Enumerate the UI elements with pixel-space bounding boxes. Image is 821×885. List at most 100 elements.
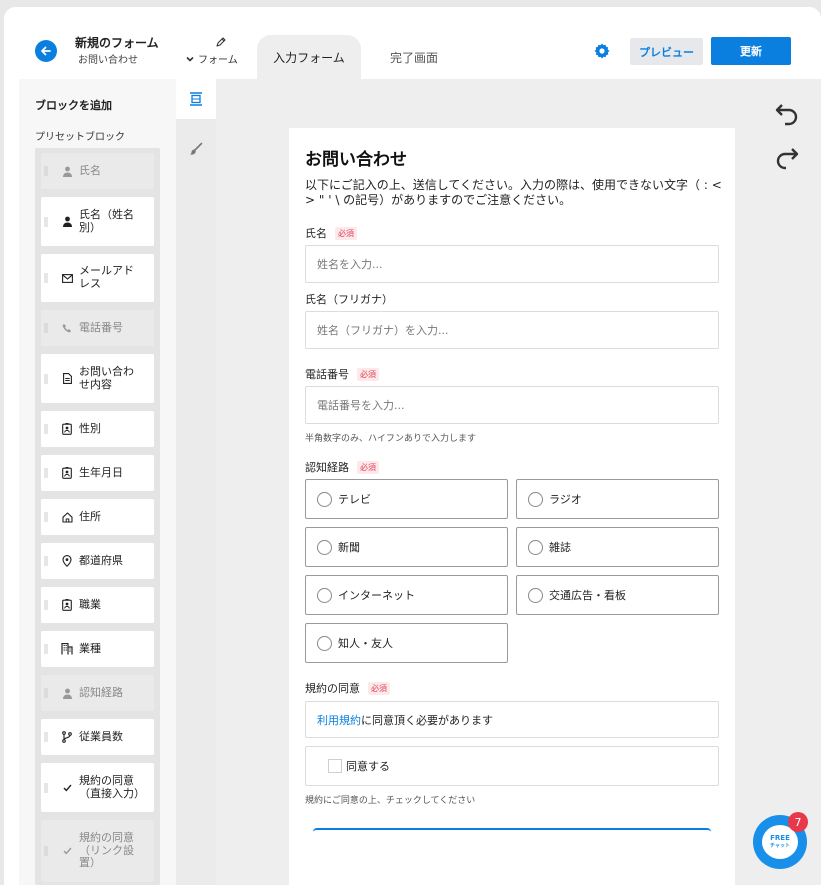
edit-pencil-icon[interactable] [215, 36, 227, 48]
block-inquiry[interactable]: お問い合わせ内容 [41, 354, 154, 403]
radio-label: 雑誌 [549, 541, 571, 554]
badge-icon [61, 599, 73, 611]
form-description: 以下にご記入の上、送信してください。入力の際は、使用できない文字（ : < > … [305, 178, 722, 207]
block-prefecture[interactable]: 都道府県 [41, 543, 154, 579]
block-occupation[interactable]: 職業 [41, 587, 154, 623]
radio-option-transit-ad[interactable]: 交通広告・看板 [516, 575, 719, 615]
radio-option-radio[interactable]: ラジオ [516, 479, 719, 519]
drag-handle-icon[interactable] [44, 512, 48, 522]
block-birthday[interactable]: 生年月日 [41, 455, 154, 491]
drag-handle-icon [44, 323, 48, 333]
label-text: 認知経路 [305, 461, 349, 474]
radio-label: インターネット [338, 589, 415, 602]
update-button[interactable]: 更新 [711, 37, 791, 65]
preview-button[interactable]: プレビュー [630, 38, 703, 65]
block-label: 業種 [79, 641, 101, 655]
radio-option-internet[interactable]: インターネット [305, 575, 508, 615]
radio-label: テレビ [338, 493, 371, 506]
radio-circle [528, 587, 543, 603]
block-employees[interactable]: 従業員数 [41, 719, 154, 755]
agree-checkbox-row[interactable]: 同意する [305, 746, 719, 786]
name-input[interactable]: 姓名を入力... [305, 245, 719, 283]
block-label: 住所 [79, 509, 101, 523]
block-label: メールアドレス [79, 264, 134, 290]
required-badge: 必須 [357, 460, 379, 474]
block-phone: 電話番号 [41, 310, 154, 346]
drag-handle-icon [44, 166, 48, 176]
drag-handle-icon[interactable] [44, 273, 48, 283]
block-label: 規約の同意（リンク設置） [79, 831, 134, 870]
radio-circle [317, 539, 332, 555]
block-label: 職業 [79, 597, 101, 611]
drag-handle-icon[interactable] [44, 216, 48, 227]
drag-handle-icon[interactable] [44, 732, 48, 742]
block-industry[interactable]: 業種 [41, 631, 154, 667]
drag-handle-icon[interactable] [44, 600, 48, 610]
chat-sublabel: チャット [770, 843, 790, 849]
badge-icon [61, 423, 73, 435]
branch-icon [61, 731, 73, 743]
undo-icon[interactable] [774, 101, 800, 127]
phone-input[interactable]: 電話番号を入力... [305, 386, 719, 424]
field-label-kana: 氏名（フリガナ） [305, 291, 393, 307]
block-label: 氏名（姓名別） [79, 207, 134, 234]
redo-icon[interactable] [774, 145, 800, 171]
drag-handle-icon[interactable] [44, 373, 48, 384]
radio-option-friend[interactable]: 知人・友人 [305, 623, 508, 663]
radio-label: 知人・友人 [338, 637, 393, 650]
blocks-icon [190, 92, 202, 106]
block-label: 性別 [79, 421, 101, 435]
tab-style[interactable] [176, 129, 216, 169]
radio-label: 新聞 [338, 541, 360, 554]
phone-icon [61, 322, 73, 334]
label-text: 氏名 [305, 227, 327, 240]
radio-option-tv[interactable]: テレビ [305, 479, 508, 519]
chevron-down-icon [186, 56, 194, 62]
terms-link[interactable]: 利用規約 [317, 712, 361, 728]
home-icon [61, 511, 73, 523]
sidebar-rail [176, 79, 216, 885]
block-email[interactable]: メールアドレス [41, 254, 154, 302]
arrow-left-icon [41, 46, 51, 56]
chat-notification-badge: 7 [788, 812, 808, 832]
radio-option-magazine[interactable]: 雑誌 [516, 527, 719, 567]
gear-icon[interactable] [593, 42, 611, 60]
kana-input[interactable]: 姓名（フリガナ）を入力... [305, 311, 719, 349]
form-subtitle: お問い合わせ [78, 55, 138, 66]
sidebar-title: ブロックを追加 [35, 99, 112, 112]
badge-icon [61, 467, 73, 479]
radio-circle [317, 587, 332, 603]
drag-handle-icon[interactable] [44, 644, 48, 654]
drag-handle-icon[interactable] [44, 424, 48, 434]
form-menu[interactable]: フォーム [185, 51, 238, 66]
block-address[interactable]: 住所 [41, 499, 154, 535]
label-text: 規約の同意 [305, 682, 360, 695]
block-name-split[interactable]: 氏名（姓名別） [41, 197, 154, 246]
document-icon [61, 373, 73, 385]
block-gender[interactable]: 性別 [41, 411, 154, 447]
preset-block-list[interactable]: 氏名 氏名（姓名別） メールアドレス 電話番号 お問い合わせ内容 性別 生年月日… [35, 148, 160, 885]
agree-checkbox[interactable] [328, 759, 342, 773]
submit-button-edge[interactable] [313, 828, 711, 834]
tab-completion-page[interactable]: 完了画面 [374, 35, 454, 79]
preset-blocks-title: プリセットブロック [35, 132, 125, 143]
drag-handle-icon[interactable] [44, 782, 48, 793]
block-label: 規約の同意（直接入力） [79, 773, 145, 800]
block-source: 認知経路 [41, 675, 154, 711]
tab-input-form[interactable]: 入力フォーム [257, 35, 361, 79]
block-terms-direct[interactable]: 規約の同意（直接入力） [41, 763, 154, 812]
phone-hint: 半角数字のみ、ハイフンありで入力します [305, 434, 477, 444]
tab-add-block[interactable] [176, 79, 216, 119]
radio-option-newspaper[interactable]: 新聞 [305, 527, 508, 567]
chat-label: FREE [770, 834, 790, 842]
field-label-phone: 電話番号 必須 [305, 366, 379, 382]
back-button[interactable] [35, 40, 57, 62]
person-icon [61, 165, 73, 177]
mail-icon [61, 272, 73, 284]
app-window: 新規のフォーム お問い合わせ フォーム 入力フォーム 完了画面 プレビュー 更新… [4, 7, 821, 885]
drag-handle-icon[interactable] [44, 468, 48, 478]
terms-notice: 利用規約 に同意頂く必要があります [305, 701, 719, 738]
form-menu-label: フォーム [198, 55, 238, 66]
person-icon [61, 216, 73, 228]
drag-handle-icon[interactable] [44, 556, 48, 566]
